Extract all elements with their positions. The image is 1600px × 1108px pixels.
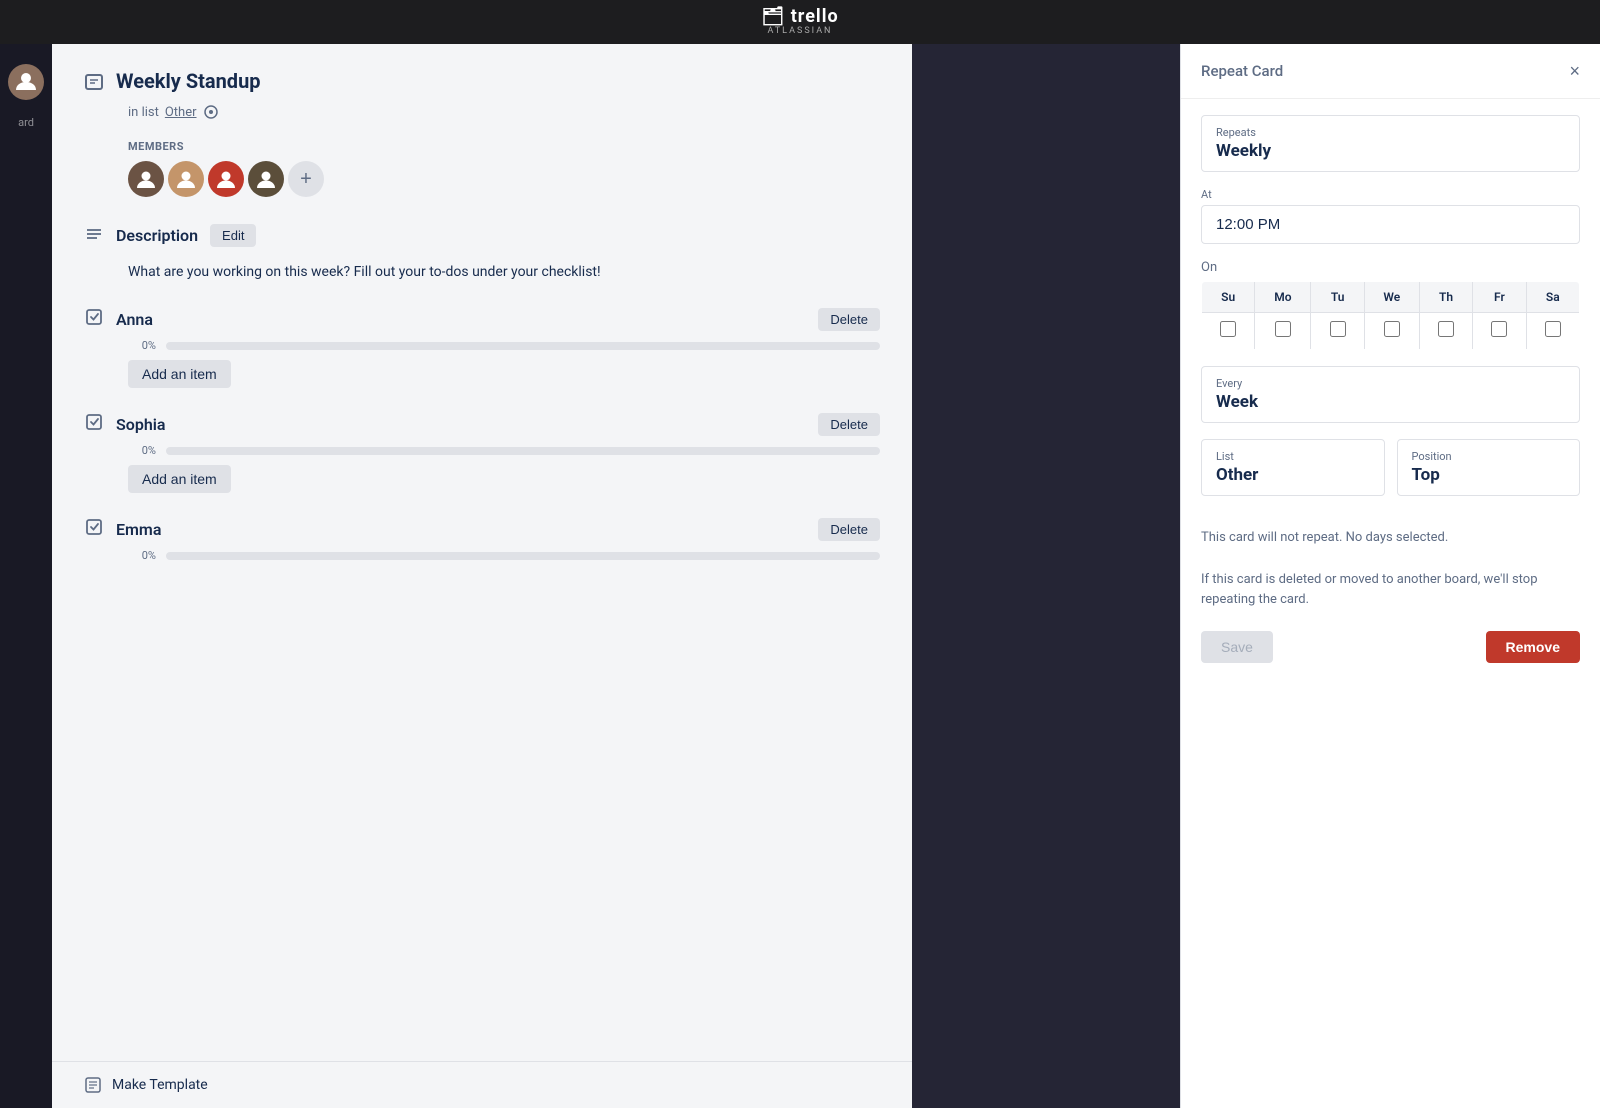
checkbox-fr[interactable] (1491, 321, 1507, 337)
checklist-emma-progress-bar (166, 552, 880, 560)
day-sa: Sa (1526, 282, 1579, 313)
card-title-row: Weekly Standup (84, 68, 880, 96)
checklist-icon-sophia (84, 412, 104, 436)
checklist-icon-emma (84, 517, 104, 541)
day-we: We (1364, 282, 1419, 313)
day-tu: Tu (1311, 282, 1364, 313)
card-title: Weekly Standup (116, 68, 261, 94)
repeats-label: Repeats (1216, 126, 1565, 139)
logo-sub: ATLASSIAN (768, 26, 833, 36)
checklist-sophia-progress-label: 0% (128, 444, 156, 457)
panel-actions: Save Remove (1201, 631, 1580, 663)
info-text: This card will not repeat. No days selec… (1201, 528, 1580, 611)
at-input[interactable] (1201, 205, 1580, 244)
days-table: Su Mo Tu We Th Fr Sa (1201, 281, 1580, 350)
checklist-anna-progress-bar (166, 342, 880, 350)
checklist-anna-add-item-button[interactable]: Add an item (128, 360, 231, 388)
members-section: MEMBERS + (84, 140, 880, 197)
every-label: Every (1216, 377, 1565, 390)
checklist-emma-title: Emma (116, 520, 161, 539)
card-list-info: in list Other (84, 104, 880, 120)
repeat-panel-header: Repeat Card × (1181, 44, 1600, 99)
list-field[interactable]: List Other (1201, 439, 1385, 496)
position-field[interactable]: Position Top (1397, 439, 1581, 496)
on-label: On (1201, 260, 1580, 275)
card-modal: Weekly Standup in list Other MEMBERS (52, 44, 912, 1108)
day-fr: Fr (1473, 282, 1526, 313)
every-field[interactable]: Every Week (1201, 366, 1580, 423)
save-button[interactable]: Save (1201, 631, 1273, 663)
checkbox-th[interactable] (1438, 321, 1454, 337)
checklists-container: Anna Delete 0% Add an item (84, 307, 880, 562)
day-su: Su (1202, 282, 1255, 313)
checkbox-tu[interactable] (1330, 321, 1346, 337)
logo-text: 🗂 trello (761, 8, 838, 26)
checklist-sophia-add-item-button[interactable]: Add an item (128, 465, 231, 493)
member-avatar-1[interactable] (128, 161, 164, 197)
checklist-sophia-title: Sophia (116, 415, 166, 434)
at-label: At (1201, 188, 1580, 201)
position-value: Top (1412, 465, 1566, 485)
checkbox-su[interactable] (1220, 321, 1236, 337)
members-label: MEMBERS (128, 140, 880, 153)
checklist-emma: Emma Delete 0% (84, 517, 880, 562)
repeat-panel: Repeat Card × Repeats Weekly At On Su Mo… (1180, 44, 1600, 1108)
description-heading: Description (116, 226, 198, 245)
repeat-panel-title: Repeat Card (1201, 62, 1283, 80)
position-label: Position (1412, 450, 1566, 463)
checklist-emma-delete-button[interactable]: Delete (818, 518, 880, 541)
list-label: List (1216, 450, 1370, 463)
description-icon (84, 225, 104, 249)
watch-icon (203, 104, 219, 120)
description-edit-button[interactable]: Edit (210, 224, 256, 247)
every-value: Week (1216, 392, 1565, 412)
checkbox-we[interactable] (1384, 321, 1400, 337)
list-value: Other (1216, 465, 1370, 485)
list-position-row: List Other Position Top (1201, 439, 1580, 512)
day-th: Th (1419, 282, 1472, 313)
checklist-icon-anna (84, 307, 104, 331)
checklist-emma-progress-label: 0% (128, 549, 156, 562)
make-template-bar: Make Template (52, 1061, 912, 1108)
on-section: On Su Mo Tu We Th Fr Sa (1201, 260, 1580, 350)
repeats-field[interactable]: Repeats Weekly (1201, 115, 1580, 172)
checklist-anna-progress-label: 0% (128, 339, 156, 352)
repeat-panel-close-button[interactable]: × (1569, 62, 1580, 80)
repeat-panel-body: Repeats Weekly At On Su Mo Tu We Th Fr (1181, 99, 1600, 679)
member-avatar-2[interactable] (168, 161, 204, 197)
checklist-sophia-delete-button[interactable]: Delete (818, 413, 880, 436)
list-link[interactable]: Other (165, 105, 197, 120)
avatar (8, 64, 44, 100)
checkbox-sa[interactable] (1545, 321, 1561, 337)
list-prefix: in list (128, 105, 159, 120)
member-avatars: + (128, 161, 880, 197)
make-template-label[interactable]: Make Template (112, 1077, 208, 1093)
card-type-icon (84, 72, 104, 96)
repeats-value: Weekly (1216, 141, 1565, 161)
day-mo: Mo (1255, 282, 1311, 313)
sidebar-nav-label: ard (18, 116, 34, 129)
description-text: What are you working on this week? Fill … (84, 261, 880, 283)
member-avatar-3[interactable] (208, 161, 244, 197)
description-section: Description Edit What are you working on… (84, 221, 880, 283)
info-text-1: This card will not repeat. No days selec… (1201, 528, 1580, 549)
app-logo: 🗂 trello ATLASSIAN (761, 8, 838, 36)
checklist-anna-title: Anna (116, 310, 153, 329)
checkbox-mo[interactable] (1275, 321, 1291, 337)
remove-button[interactable]: Remove (1486, 631, 1580, 663)
top-bar: 🗂 trello ATLASSIAN (0, 0, 1600, 44)
at-section: At (1201, 188, 1580, 260)
checklist-sophia-progress-bar (166, 447, 880, 455)
checklist-anna: Anna Delete 0% Add an item (84, 307, 880, 388)
info-text-2: If this card is deleted or moved to anot… (1201, 570, 1580, 612)
checklist-sophia: Sophia Delete 0% Add an item (84, 412, 880, 493)
template-icon (84, 1076, 102, 1094)
checklist-anna-delete-button[interactable]: Delete (818, 308, 880, 331)
member-avatar-4[interactable] (248, 161, 284, 197)
sidebar: ard (0, 44, 52, 1108)
add-member-button[interactable]: + (288, 161, 324, 197)
